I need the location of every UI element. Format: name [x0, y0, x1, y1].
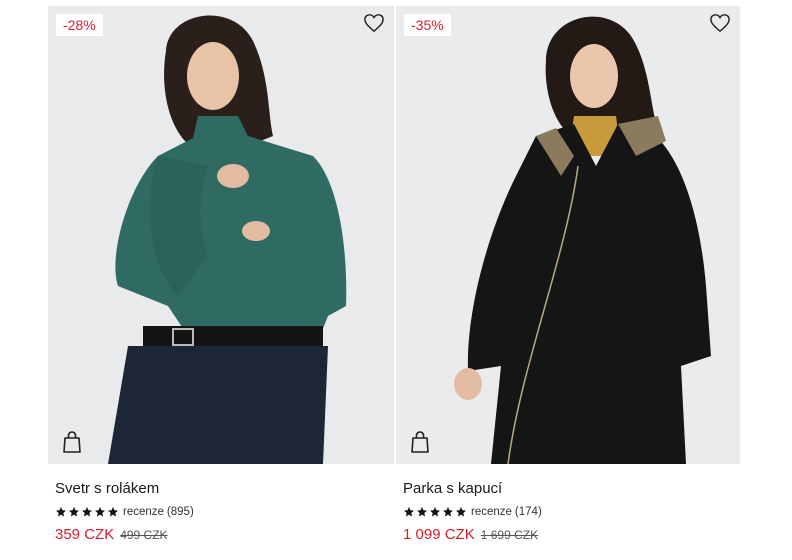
- star-icon: [443, 507, 453, 517]
- price-block: 1 099 CZK 1 699 CZK: [403, 526, 740, 543]
- reviews-count[interactable]: (174): [515, 506, 542, 518]
- price-block: 359 CZK 499 CZK: [55, 526, 394, 543]
- star-icon: [82, 507, 92, 517]
- star-icon: [456, 507, 466, 517]
- product-card[interactable]: -28% Svetr s rolákem recenze (895) 359 C…: [48, 6, 394, 543]
- star-icon: [95, 507, 105, 517]
- product-name[interactable]: Parka s kapucí: [403, 480, 740, 498]
- rating-stars: [55, 506, 119, 518]
- star-icon: [56, 507, 66, 517]
- discount-badge: -35%: [404, 14, 451, 36]
- shopping-bag-icon[interactable]: [410, 430, 430, 454]
- original-price: 499 CZK: [120, 528, 168, 542]
- product-name[interactable]: Svetr s rolákem: [55, 480, 394, 498]
- product-image[interactable]: -35%: [396, 6, 740, 464]
- model-photo: [396, 6, 740, 464]
- reviews-label[interactable]: recenze: [123, 506, 164, 518]
- model-photo: [48, 6, 394, 464]
- sale-price: 1 099 CZK: [403, 526, 475, 543]
- reviews-label[interactable]: recenze: [471, 506, 512, 518]
- sale-price: 359 CZK: [55, 526, 115, 543]
- discount-badge: -28%: [56, 14, 103, 36]
- rating-stars: [403, 506, 467, 518]
- original-price: 1 699 CZK: [480, 528, 539, 542]
- heart-icon[interactable]: [363, 13, 385, 33]
- star-icon: [69, 507, 79, 517]
- product-card[interactable]: -35% Parka s kapucí recenze (174) 1 099 …: [396, 6, 740, 543]
- product-image[interactable]: -28%: [48, 6, 394, 464]
- shopping-bag-icon[interactable]: [62, 430, 82, 454]
- rating: recenze (895): [55, 504, 394, 520]
- heart-icon[interactable]: [709, 13, 731, 33]
- reviews-count[interactable]: (895): [167, 506, 194, 518]
- star-icon: [430, 507, 440, 517]
- star-icon: [108, 507, 118, 517]
- star-icon: [404, 507, 414, 517]
- star-icon: [417, 507, 427, 517]
- rating: recenze (174): [403, 504, 740, 520]
